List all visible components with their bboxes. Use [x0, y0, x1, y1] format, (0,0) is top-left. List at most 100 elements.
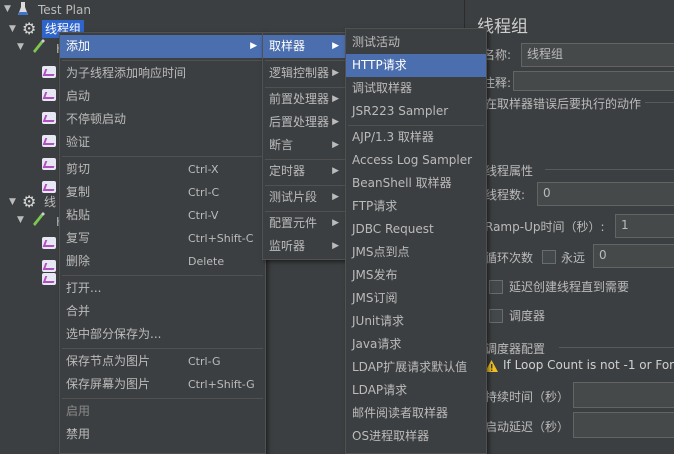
scheduler-checkbox[interactable]: [489, 309, 503, 323]
rampup-label: Ramp-Up时间（秒）:: [485, 220, 605, 234]
menu-separator: [62, 156, 263, 157]
submenu-item-logic-controller[interactable]: 逻辑控制器 ▶: [263, 62, 347, 85]
submenu-item-assertion[interactable]: 断言 ▶: [263, 134, 347, 157]
expand-toggle-icon[interactable]: ▼: [17, 42, 27, 52]
section-divider: [559, 347, 674, 348]
sampler-item-debug[interactable]: 调试取样器: [346, 77, 486, 100]
submenu-arrow-icon: ▶: [250, 41, 257, 51]
sampler-item-http-request[interactable]: HTTP请求: [346, 54, 486, 77]
sampler-item-ajp[interactable]: AJP/1.3 取样器: [346, 126, 486, 149]
duration-label: 持续时间（秒）: [485, 390, 570, 404]
delay-create-label: 延迟创建线程直到需要: [509, 280, 630, 294]
sampler-item-os-process[interactable]: OS进程取样器: [346, 425, 486, 448]
http-sampler-icon: [33, 212, 45, 226]
submenu-item-sampler[interactable]: 取样器 ▶: [263, 35, 347, 58]
sampler-item-ldap-extended[interactable]: LDAP扩展请求默认值: [346, 356, 486, 379]
menu-separator: [62, 60, 263, 61]
expand-toggle-icon[interactable]: ▼: [17, 215, 27, 225]
scheduler-config-label: 调度器配置: [485, 342, 546, 356]
sampler-submenu: 测试活动 HTTP请求 调试取样器 JSR223 Sampler AJP/1.3…: [345, 28, 487, 454]
menu-item-save-selection[interactable]: 选中部分保存为...: [60, 323, 265, 346]
menu-item-cut[interactable]: 剪切 Ctrl-X: [60, 158, 265, 181]
menu-item-add[interactable]: 添加 ▶: [60, 35, 265, 58]
sampler-item-jms-publish[interactable]: JMS发布: [346, 264, 486, 287]
gear-icon: ⚙: [22, 192, 37, 211]
forever-checkbox[interactable]: [542, 250, 556, 264]
submenu-item-listener[interactable]: 监听器 ▶: [263, 235, 347, 258]
thread-group-panel: 线程组 名称: 线程组 注释: 在取样器错误后要执行的动作 线程属性 线程数: …: [464, 0, 674, 452]
sampler-item-jsr223[interactable]: JSR223 Sampler: [346, 100, 486, 123]
test-plan-icon: [18, 2, 28, 15]
sampler-item-jms-subscribe[interactable]: JMS订阅: [346, 287, 486, 310]
thread-props-label: 线程属性: [485, 164, 534, 178]
menu-item-start-no-pause[interactable]: 不停顿启动: [60, 108, 265, 131]
submenu-item-test-fragment[interactable]: 测试片段 ▶: [263, 186, 347, 209]
context-menu: 添加 ▶ 为子线程添加响应时间 启动 不停顿启动 验证 剪切 Ctrl-X 复制 C…: [59, 32, 266, 454]
menu-item-delete[interactable]: 删除 Delete: [60, 250, 265, 273]
expand-toggle-icon[interactable]: ▼: [9, 197, 19, 207]
forever-label: 永远: [561, 251, 586, 265]
sampler-item-jdbc[interactable]: JDBC Request: [346, 218, 486, 241]
menu-item-copy[interactable]: 复制 Ctrl-C: [60, 181, 265, 204]
menu-item-save-screen-image[interactable]: 保存屏幕为图片 Ctrl+Shift-G: [60, 373, 265, 396]
sampler-icon: [42, 273, 56, 285]
comment-field[interactable]: [513, 71, 674, 91]
thread-count-field[interactable]: 0: [537, 182, 674, 206]
submenu-item-preprocessor[interactable]: 前置处理器 ▶: [263, 88, 347, 111]
submenu-arrow-icon: ▶: [332, 192, 339, 202]
sampler-item-jms-p2p[interactable]: JMS点到点: [346, 241, 486, 264]
sampler-item-beanshell[interactable]: BeanShell 取样器: [346, 172, 486, 195]
loop-count-field[interactable]: 0: [593, 244, 674, 268]
tree-node-test-plan[interactable]: Test Plan: [38, 1, 91, 19]
menu-item-validate[interactable]: 验证: [60, 131, 265, 154]
menu-separator: [62, 275, 263, 276]
menu-item-start[interactable]: 启动: [60, 85, 265, 108]
startup-delay-label: 启动延迟（秒）: [485, 420, 570, 434]
submenu-item-timer[interactable]: 定时器 ▶: [263, 160, 347, 183]
section-divider: [545, 169, 674, 170]
menu-item-disable[interactable]: 禁用: [60, 423, 265, 446]
sampler-item-ldap[interactable]: LDAP请求: [346, 379, 486, 402]
submenu-arrow-icon: ▶: [332, 218, 339, 228]
submenu-arrow-icon: ▶: [332, 94, 339, 104]
startup-delay-field[interactable]: [573, 412, 674, 438]
menu-item-merge[interactable]: 合并: [60, 300, 265, 323]
sampler-icon: [42, 181, 56, 193]
tree-node-thread-group-2[interactable]: 线: [44, 193, 56, 211]
expand-toggle-icon[interactable]: ▼: [4, 4, 14, 14]
loop-count-label: 循环次数: [485, 251, 534, 265]
menu-item-open[interactable]: 打开...: [60, 277, 265, 300]
menu-item-save-node-image[interactable]: 保存节点为图片 Ctrl-G: [60, 350, 265, 373]
name-label: 名称:: [483, 48, 512, 62]
http-sampler-icon: [33, 39, 45, 53]
submenu-item-config-element[interactable]: 配置元件 ▶: [263, 212, 347, 235]
submenu-arrow-icon: ▶: [332, 41, 339, 51]
comment-label: 注释:: [483, 76, 512, 90]
menu-item-paste[interactable]: 粘贴 Ctrl-V: [60, 204, 265, 227]
section-divider: [645, 102, 674, 103]
submenu-arrow-icon: ▶: [332, 117, 339, 127]
sampler-item-java[interactable]: Java请求: [346, 333, 486, 356]
sampler-item-mail-reader[interactable]: 邮件阅读者取样器: [346, 402, 486, 425]
menu-separator: [62, 348, 263, 349]
menu-separator: [62, 398, 263, 399]
submenu-arrow-icon: ▶: [332, 140, 339, 150]
name-field[interactable]: 线程组: [521, 43, 674, 67]
duration-field[interactable]: [573, 382, 674, 408]
menu-separator: [265, 60, 345, 61]
warning-text: If Loop Count is not -1 or Forev: [503, 358, 674, 372]
add-submenu: 取样器 ▶ 逻辑控制器 ▶ 前置处理器 ▶ 后置处理器 ▶ 断言 ▶ 定时器 ▶ 测试片段 ▶…: [262, 32, 348, 260]
sampler-item-ftp[interactable]: FTP请求: [346, 195, 486, 218]
menu-item-duplicate[interactable]: 复写 Ctrl+Shift-C: [60, 227, 265, 250]
menu-item-add-response-time[interactable]: 为子线程添加响应时间: [60, 62, 265, 85]
delay-create-checkbox[interactable]: [489, 280, 503, 294]
expand-toggle-icon[interactable]: ▼: [9, 24, 19, 34]
sampler-item-junit[interactable]: JUnit请求: [346, 310, 486, 333]
menu-item-enable[interactable]: 启用: [60, 400, 265, 423]
sampler-icon: [42, 260, 56, 272]
sampler-item-access-log[interactable]: Access Log Sampler: [346, 149, 486, 172]
rampup-field[interactable]: 1: [615, 214, 674, 238]
submenu-item-postprocessor[interactable]: 后置处理器 ▶: [263, 111, 347, 134]
sampler-item-test-action[interactable]: 测试活动: [346, 31, 486, 54]
error-action-label: 在取样器错误后要执行的动作: [485, 97, 642, 111]
